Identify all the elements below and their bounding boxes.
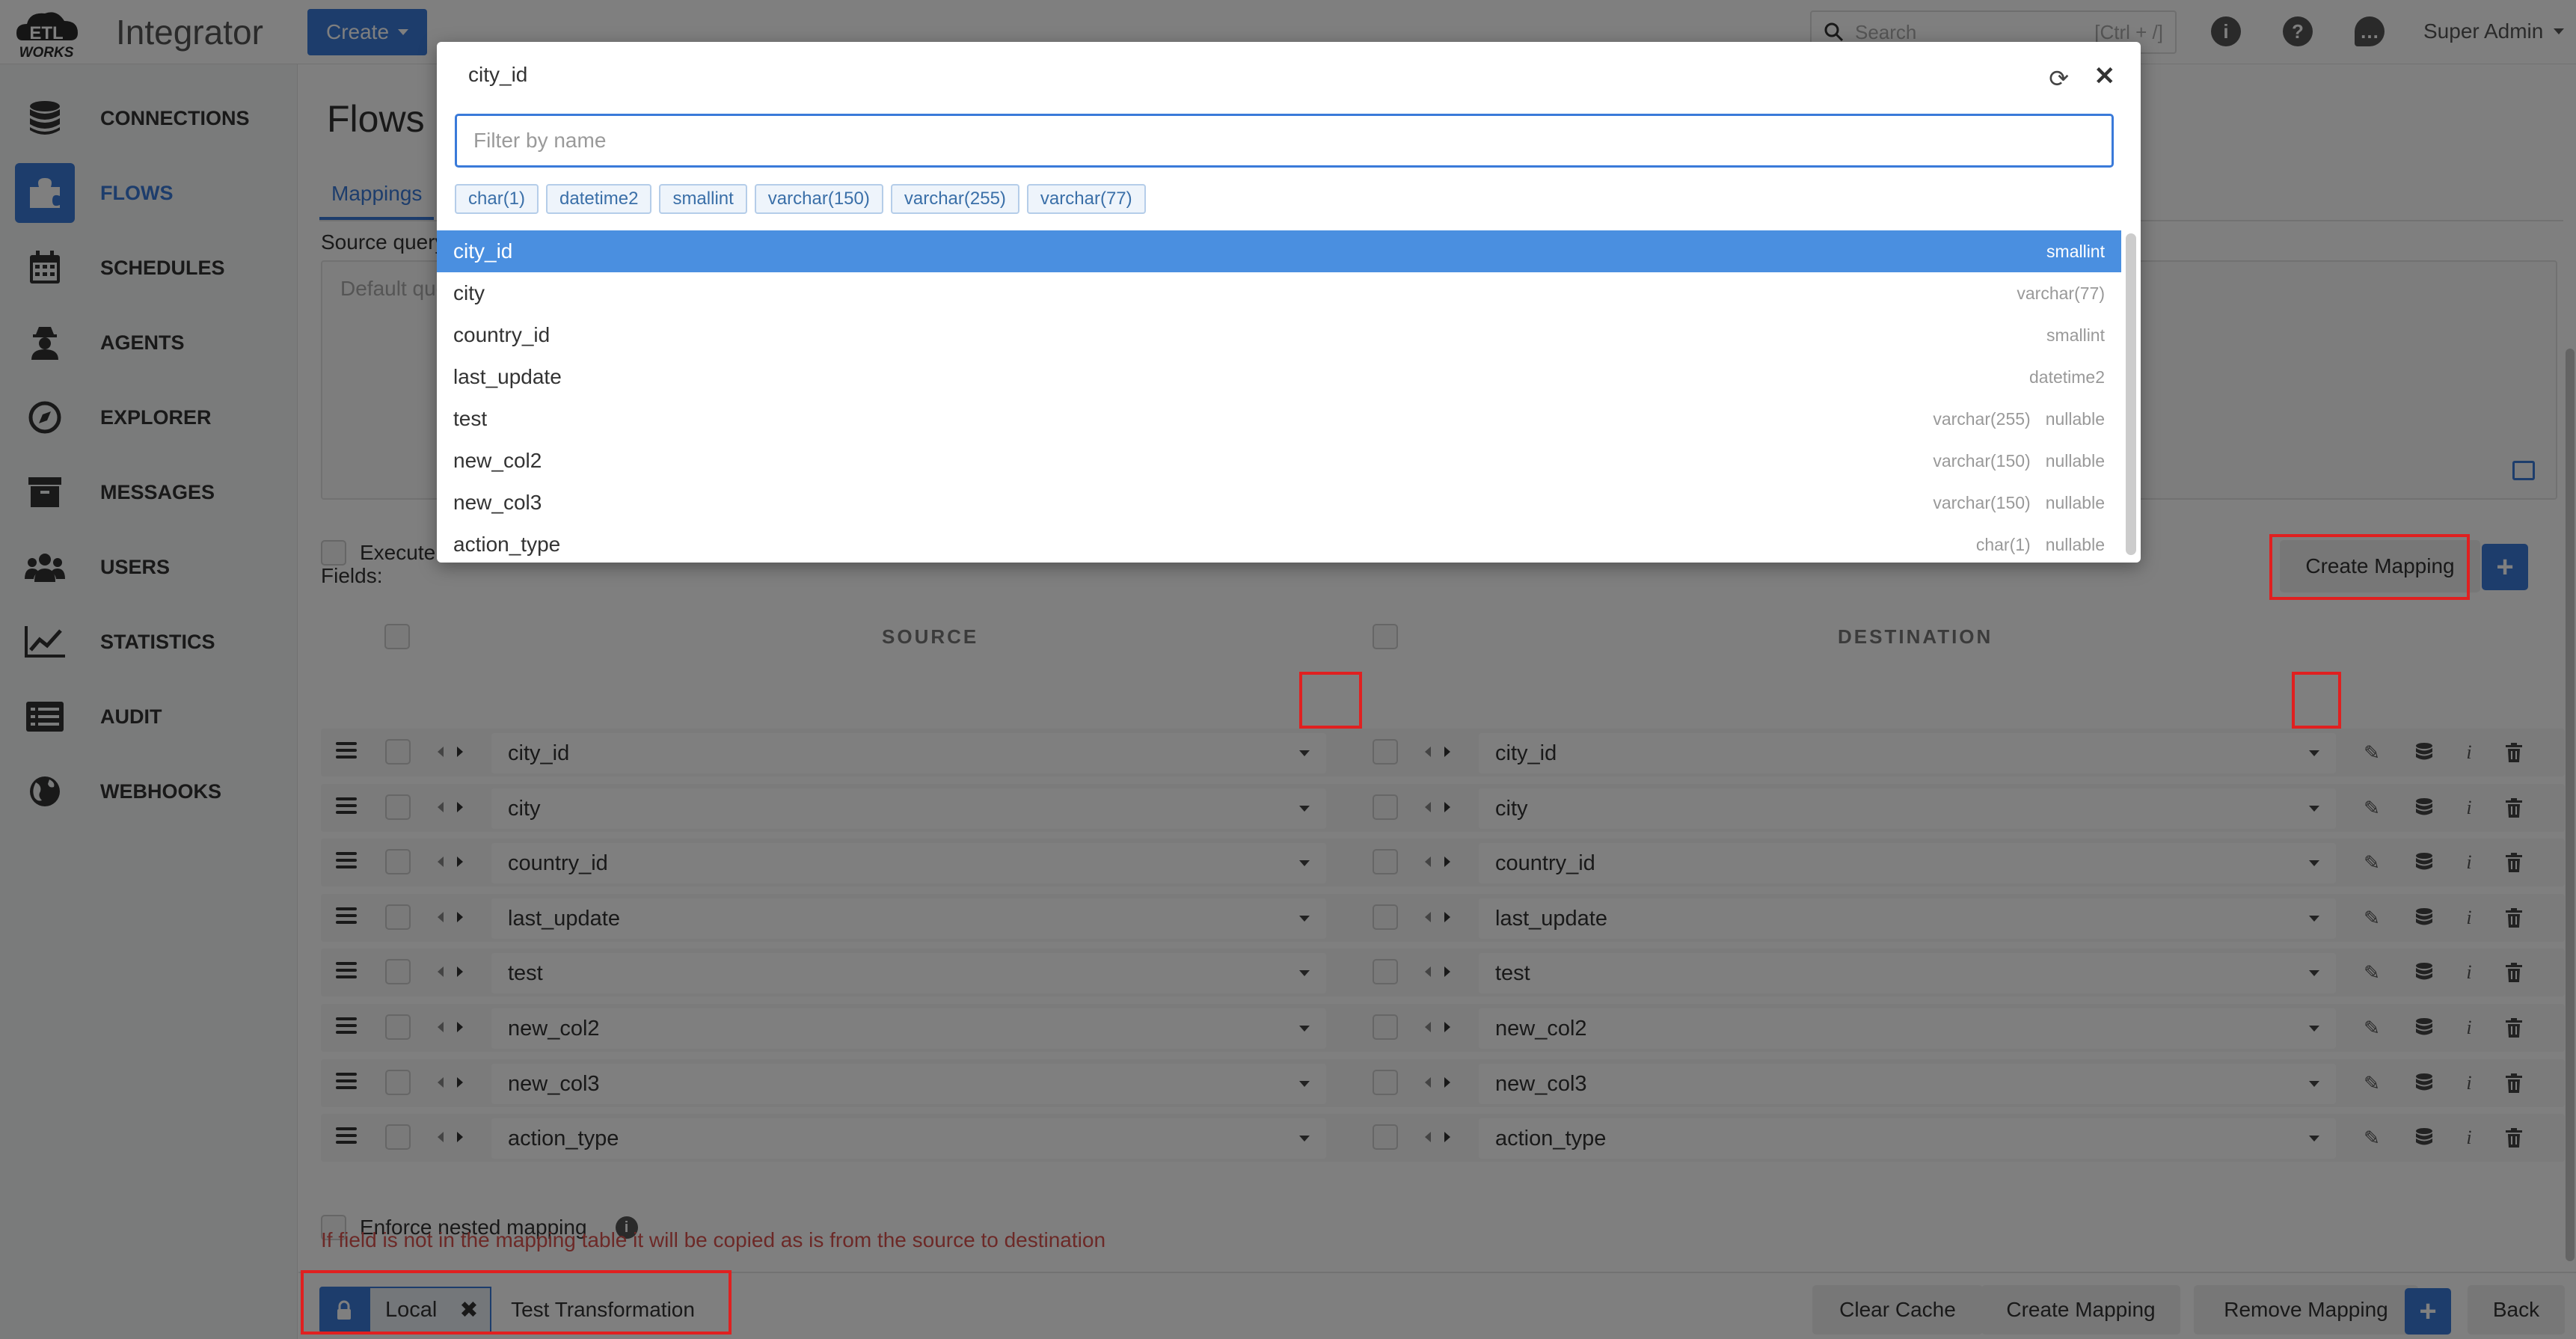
- field-list-item[interactable]: action_type char(1) nullable: [437, 524, 2121, 563]
- field-name: country_id: [453, 323, 551, 346]
- field-list: city_id smallint city varchar(77) country_id…: [437, 230, 2121, 563]
- field-name: city_id: [453, 239, 513, 263]
- field-type: varchar(150): [1933, 450, 2031, 471]
- field-type: smallint: [2046, 325, 2105, 345]
- field-name: last_update: [453, 365, 562, 388]
- field-type: varchar(255): [1933, 408, 2031, 429]
- type-chip[interactable]: varchar(150): [754, 184, 883, 214]
- field-name: city: [453, 281, 485, 304]
- field-type: char(1): [1975, 534, 2031, 554]
- field-picker-dialog: city_id ⟳ ✕ char(1)datetime2smallintvarc…: [437, 42, 2141, 563]
- field-list-item[interactable]: country_id smallint: [437, 314, 2121, 356]
- type-chip[interactable]: varchar(77): [1026, 184, 1146, 214]
- type-filter-chips: char(1) datetime2 smallint varchar(150) varc…: [455, 184, 1146, 214]
- field-type: varchar(150): [1933, 492, 2031, 512]
- refresh-icon[interactable]: ⟳: [2049, 64, 2069, 93]
- field-name: new_col3: [453, 491, 542, 514]
- field-list-scrollbar[interactable]: [2126, 233, 2136, 555]
- field-type: datetime2: [2028, 367, 2105, 387]
- highlight-create-mapping: [2269, 534, 2470, 600]
- type-chip[interactable]: char(1): [455, 184, 539, 214]
- field-nullable: nullable: [2045, 450, 2105, 471]
- type-chip[interactable]: varchar(255): [890, 184, 1019, 214]
- highlight-destination-dropdown: [2292, 672, 2341, 729]
- field-list-item[interactable]: test varchar(255) nullable: [437, 398, 2121, 440]
- highlight-source-dropdown: [1299, 672, 1362, 729]
- field-list-item[interactable]: last_update datetime2: [437, 356, 2121, 398]
- field-nullable: nullable: [2045, 534, 2105, 554]
- filter-by-name-input[interactable]: [455, 114, 2114, 168]
- field-list-item[interactable]: new_col3 varchar(150) nullable: [437, 482, 2121, 524]
- type-chip[interactable]: datetime2: [546, 184, 652, 214]
- field-name: action_type: [453, 533, 561, 556]
- field-list-item[interactable]: city varchar(77): [437, 272, 2121, 314]
- field-type: varchar(77): [2017, 283, 2105, 303]
- field-type: smallint: [2046, 241, 2105, 261]
- field-nullable: nullable: [2045, 492, 2105, 512]
- field-list-item[interactable]: new_col2 varchar(150) nullable: [437, 440, 2121, 482]
- highlight-footer-local: [301, 1270, 732, 1335]
- dialog-title: city_id: [468, 63, 528, 86]
- field-name: test: [453, 407, 488, 430]
- field-list-item[interactable]: city_id smallint: [437, 230, 2121, 272]
- field-nullable: nullable: [2045, 408, 2105, 429]
- field-name: new_col2: [453, 449, 542, 472]
- close-icon[interactable]: ✕: [2094, 61, 2116, 91]
- type-chip[interactable]: smallint: [659, 184, 747, 214]
